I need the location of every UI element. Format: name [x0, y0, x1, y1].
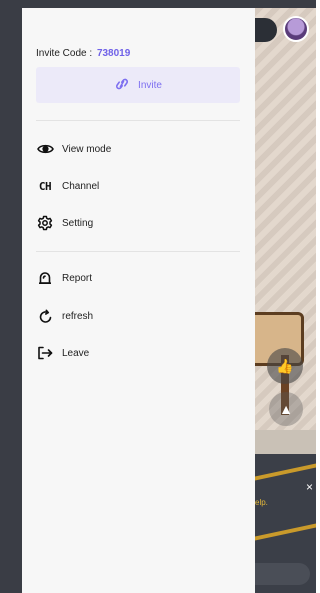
- menu-item-label: View mode: [62, 143, 112, 155]
- menu-item-refresh[interactable]: refresh: [36, 303, 240, 329]
- arrow-up-icon: ▲: [279, 401, 293, 417]
- help-hint-text: elp.: [255, 498, 268, 507]
- close-icon[interactable]: ×: [306, 480, 313, 494]
- chat-input-bar[interactable]: [255, 563, 310, 585]
- jump-button[interactable]: ▲: [269, 392, 303, 426]
- alarm-bell-icon: [36, 269, 54, 287]
- invite-button[interactable]: Invite: [36, 67, 240, 103]
- eye-icon: [36, 140, 54, 158]
- game-top-pill[interactable]: [255, 18, 277, 42]
- invite-code-label: Invite Code :: [36, 48, 93, 59]
- invite-button-label: Invite: [138, 79, 162, 91]
- status-strip: [255, 0, 316, 8]
- thumbs-up-icon: 👍: [276, 357, 294, 374]
- logout-arrow-icon: [36, 344, 54, 362]
- backdrop-left[interactable]: [0, 0, 22, 593]
- menu-item-label: Setting: [62, 217, 94, 229]
- gear-icon: [36, 214, 54, 232]
- menu-item-report[interactable]: Report: [36, 265, 240, 291]
- avatar[interactable]: [283, 16, 309, 42]
- link-icon: [114, 78, 130, 93]
- app-screen: 👍 ▲ elp. × Invite Code : 738019 Invite V…: [0, 0, 316, 593]
- divider: [36, 251, 240, 252]
- menu-item-label: Report: [62, 272, 93, 284]
- menu-item-leave[interactable]: Leave: [36, 340, 240, 366]
- menu-item-label: Leave: [62, 347, 90, 359]
- invite-code-row: Invite Code : 738019: [36, 48, 130, 59]
- menu-item-label: refresh: [62, 310, 94, 322]
- invite-code-value: 738019: [96, 48, 131, 59]
- thumbs-up-button[interactable]: 👍: [267, 348, 303, 384]
- menu-item-label: Channel: [62, 180, 100, 192]
- menu-item-view-mode[interactable]: View mode: [36, 136, 240, 162]
- divider: [36, 120, 240, 121]
- refresh-icon: [36, 307, 54, 325]
- menu-item-setting[interactable]: Setting: [36, 210, 240, 236]
- side-drawer: Invite Code : 738019 Invite View mode CH…: [22, 8, 255, 593]
- menu-item-channel[interactable]: CH Channel: [36, 173, 240, 199]
- channel-ch-icon: CH: [38, 179, 52, 193]
- game-scene-backdrop[interactable]: 👍 ▲ elp. ×: [255, 0, 316, 593]
